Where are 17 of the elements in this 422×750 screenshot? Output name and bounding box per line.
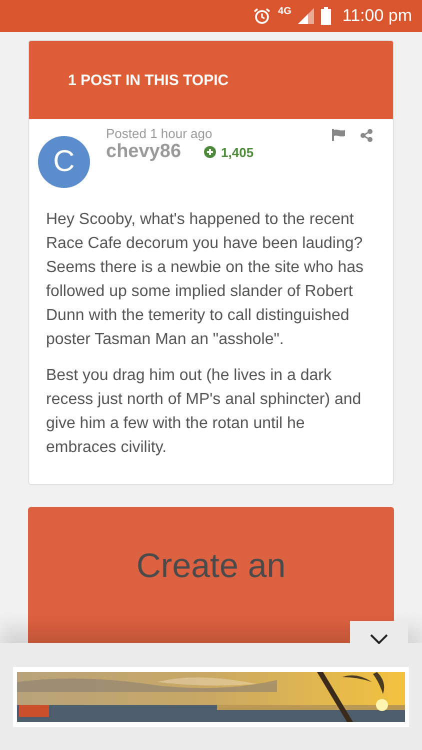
plus-icon bbox=[204, 146, 216, 158]
post-paragraph: Best you drag him out (he lives in a dark recess just north of MP's anal sphincter) and give him a few with the rotan until he embraces civility. bbox=[46, 366, 362, 458]
battery-icon bbox=[321, 7, 332, 25]
flag-icon[interactable] bbox=[332, 129, 346, 141]
signup-heading: Create an bbox=[136, 547, 286, 587]
alarm-clock-icon bbox=[253, 7, 272, 25]
chevron-icon bbox=[370, 634, 388, 644]
clock: 11:00 pm bbox=[342, 6, 412, 26]
post-time: Posted 1 hour ago bbox=[106, 127, 214, 141]
post-paragraph: Hey Scooby, what's happened to the recent Race Cafe decorum you have been lauding? Seems there is a newbie on the site who has followed up some implied slander of Robert Dunn with the temerity to call distinguished poster Tasman Man an "asshole". bbox=[46, 210, 365, 350]
signal-icon bbox=[298, 8, 314, 24]
topic-count: 1 POST IN THIS TOPIC bbox=[68, 72, 229, 88]
network-type: 4G bbox=[278, 6, 292, 17]
share-icon[interactable] bbox=[360, 129, 373, 142]
reputation-count: 1,405 bbox=[221, 144, 254, 160]
avatar[interactable]: C bbox=[38, 136, 90, 188]
author-name[interactable]: chevy86 bbox=[106, 141, 182, 163]
